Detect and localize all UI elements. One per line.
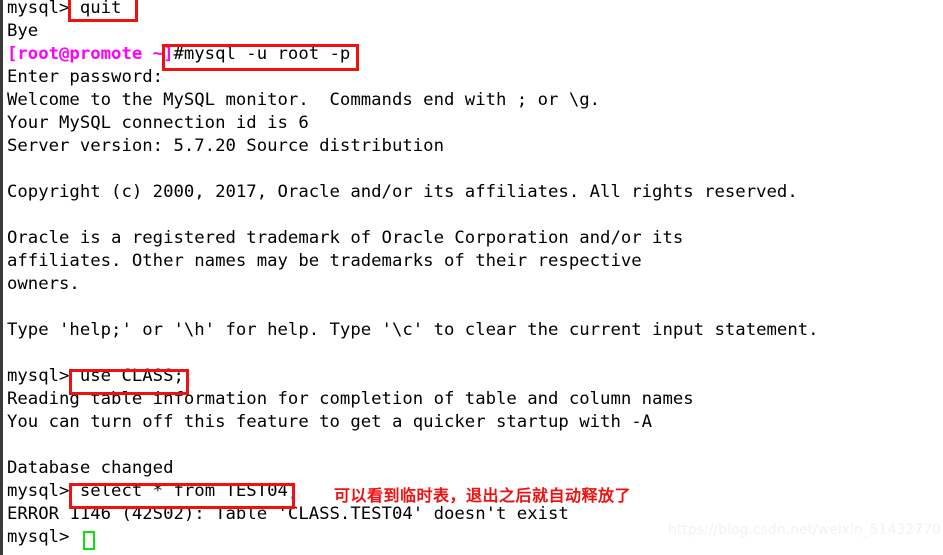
line-text: ERROR 1146 (42S02): Table 'CLASS.TEST04'… (7, 504, 569, 524)
terminal-line: affiliates. Other names may be trademark… (7, 250, 642, 273)
line-text: Bye (7, 21, 39, 41)
terminal-cursor (83, 531, 95, 550)
terminal-line: Server version: 5.7.20 Source distributi… (7, 135, 444, 158)
terminal-line: owners. (7, 273, 80, 296)
terminal-screen: mysql> quit Bye [root@promote ~]#mysql -… (0, 0, 943, 555)
terminal-left-border (0, 0, 3, 555)
terminal-line: Copyright (c) 2000, 2017, Oracle and/or … (7, 181, 798, 204)
line-text: Database changed (7, 458, 174, 478)
line-text: Reading table information for completion… (7, 389, 694, 409)
line-text (69, 527, 79, 547)
shell-prompt: mysql> (7, 0, 70, 18)
terminal-line: You can turn off this feature to get a q… (7, 411, 652, 434)
terminal-line: Type 'help;' or '\h' for help. Type '\c'… (7, 319, 819, 342)
terminal-line: [root@promote ~]#mysql -u root -p (7, 43, 350, 66)
terminal-line: mysql> quit (7, 0, 121, 20)
line-text: Your MySQL connection id is 6 (7, 113, 309, 133)
line-text: select * from TEST04; (69, 481, 299, 501)
line-text: Welcome to the MySQL monitor. Commands e… (7, 90, 601, 110)
line-text: Server version: 5.7.20 Source distributi… (7, 136, 444, 156)
line-text: You can turn off this feature to get a q… (7, 412, 653, 432)
line-text: Oracle is a registered trademark of Orac… (7, 228, 684, 248)
line-text: quit (69, 0, 122, 18)
line-text: Copyright (c) 2000, 2017, Oracle and/or … (7, 182, 798, 202)
terminal-line: Reading table information for completion… (7, 388, 694, 411)
line-text: owners. (7, 274, 80, 294)
terminal-line: Database changed (7, 457, 173, 480)
line-text: Enter password: (7, 67, 164, 87)
terminal-line: Enter password: (7, 66, 163, 89)
terminal-line: mysql> use CLASS; (7, 365, 184, 388)
line-text: Type 'help;' or '\h' for help. Type '\c'… (7, 320, 819, 340)
terminal-line: mysql> select * from TEST04; (7, 480, 298, 503)
terminal-line: Oracle is a registered trademark of Orac… (7, 227, 683, 250)
shell-prompt: mysql> (7, 481, 70, 501)
terminal-line: Bye (7, 20, 38, 43)
line-text: #mysql -u root -p (173, 44, 351, 64)
shell-prompt: [root@promote ~] (7, 44, 174, 64)
line-text: use CLASS; (69, 366, 184, 386)
terminal-line: Welcome to the MySQL monitor. Commands e… (7, 89, 600, 112)
terminal-line: Your MySQL connection id is 6 (7, 112, 309, 135)
terminal-line: mysql> (7, 526, 80, 549)
annotation-note: 可以看到临时表，退出之后就自动释放了 (334, 486, 632, 505)
terminal-line: ERROR 1146 (42S02): Table 'CLASS.TEST04'… (7, 503, 569, 526)
csdn-watermark: https://blog.csdn.net/weixin_51432770 (668, 522, 942, 538)
shell-prompt: mysql> (7, 366, 70, 386)
shell-prompt: mysql> (7, 527, 70, 547)
line-text: affiliates. Other names may be trademark… (7, 251, 642, 271)
